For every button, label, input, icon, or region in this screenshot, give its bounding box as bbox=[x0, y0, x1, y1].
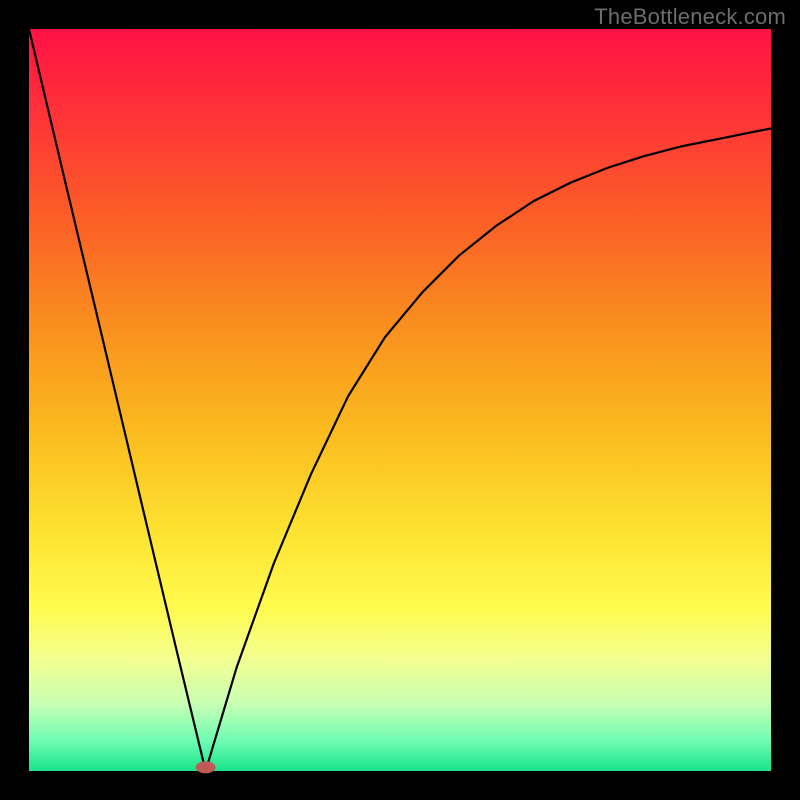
chart-frame: TheBottleneck.com bbox=[0, 0, 800, 800]
minimum-marker bbox=[196, 761, 216, 773]
watermark-text: TheBottleneck.com bbox=[594, 4, 786, 30]
bottleneck-chart bbox=[0, 0, 800, 800]
gradient-background bbox=[29, 29, 771, 771]
